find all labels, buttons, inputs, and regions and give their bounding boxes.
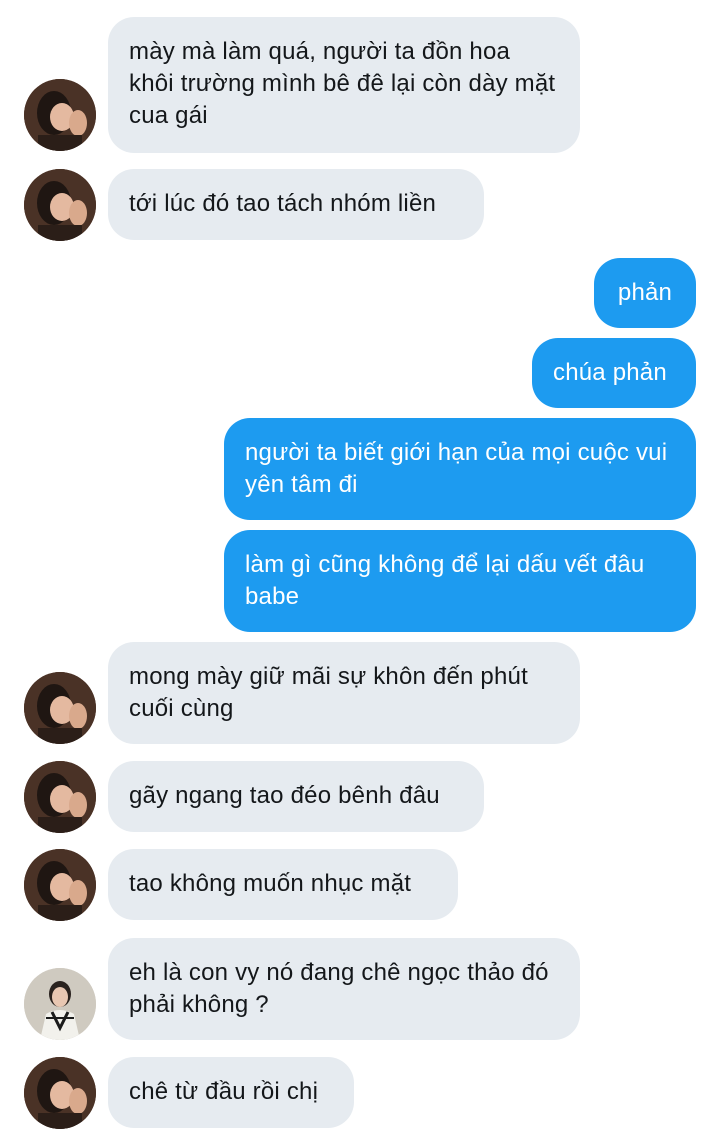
avatar-photo-icon <box>24 968 96 1040</box>
incoming-message[interactable]: gãy ngang tao đéo bênh đâu <box>108 761 484 832</box>
outgoing-message[interactable]: làm gì cũng không để lại dấu vết đâu bab… <box>224 530 696 632</box>
sender-avatar[interactable] <box>24 169 96 241</box>
incoming-message[interactable]: tao không muốn nhục mặt <box>108 849 458 920</box>
incoming-message[interactable]: mày mà làm quá, người ta đồn hoa khôi tr… <box>108 17 580 153</box>
avatar-photo-icon <box>24 1057 96 1129</box>
outgoing-message[interactable]: phản <box>594 258 696 328</box>
avatar-photo-icon <box>24 169 96 241</box>
outgoing-message[interactable]: chúa phản <box>532 338 696 408</box>
sender-avatar-other[interactable] <box>24 968 96 1040</box>
avatar-photo-icon <box>24 849 96 921</box>
sender-avatar[interactable] <box>24 79 96 151</box>
outgoing-message[interactable]: người ta biết giới hạn của mọi cuộc vui … <box>224 418 696 520</box>
sender-avatar[interactable] <box>24 849 96 921</box>
sender-avatar[interactable] <box>24 672 96 744</box>
incoming-message[interactable]: tới lúc đó tao tách nhóm liền <box>108 169 484 240</box>
avatar-photo-icon <box>24 79 96 151</box>
avatar-photo-icon <box>24 672 96 744</box>
sender-avatar[interactable] <box>24 761 96 833</box>
incoming-message[interactable]: chê từ đầu rồi chị <box>108 1057 354 1128</box>
avatar-photo-icon <box>24 761 96 833</box>
incoming-message[interactable]: eh là con vy nó đang chê ngọc thảo đó ph… <box>108 938 580 1040</box>
sender-avatar[interactable] <box>24 1057 96 1129</box>
incoming-message[interactable]: mong mày giữ mãi sự khôn đến phút cuối c… <box>108 642 580 744</box>
